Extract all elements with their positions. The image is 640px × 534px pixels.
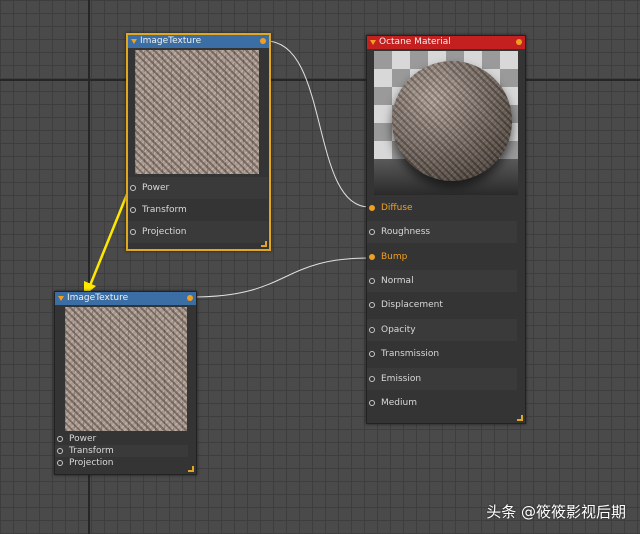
pin-socket-icon[interactable] [369, 205, 375, 211]
wire-texture2-to-bump [192, 257, 370, 298]
collapse-arrow-icon[interactable] [131, 39, 137, 44]
watermark: 头条 @筱筱影视后期 [486, 503, 626, 521]
texture-preview-image [135, 50, 259, 174]
texture-preview-image [65, 307, 187, 431]
pin-label: Projection [69, 458, 114, 468]
output-pin-icon[interactable] [516, 39, 522, 45]
node-header[interactable]: Octane Material [367, 36, 525, 49]
pin-socket-icon[interactable] [57, 448, 63, 454]
octane-material-node[interactable]: Octane Material Diffuse Roughness Bump N… [366, 35, 526, 424]
pin-label: Power [142, 183, 170, 193]
node-header[interactable]: ImageTexture [55, 292, 196, 305]
resize-grip-icon[interactable] [517, 415, 523, 421]
pin-power[interactable]: Power [128, 177, 268, 199]
pin-socket-icon[interactable] [369, 229, 375, 235]
pin-socket-icon[interactable] [369, 351, 375, 357]
node-header[interactable]: ImageTexture [128, 35, 269, 48]
pin-normal[interactable]: Normal [367, 270, 517, 292]
wire-texture1-to-diffuse [265, 40, 370, 208]
output-pin-icon[interactable] [187, 295, 193, 301]
pin-label: Opacity [381, 325, 416, 335]
pin-transform[interactable]: Transform [128, 199, 268, 221]
pin-emission[interactable]: Emission [367, 368, 517, 390]
pin-label: Transmission [381, 349, 440, 359]
pin-label: Transform [69, 446, 114, 456]
pin-socket-icon[interactable] [369, 278, 375, 284]
pin-transform[interactable]: Transform [55, 445, 188, 457]
material-preview [374, 51, 518, 195]
collapse-arrow-icon[interactable] [370, 40, 376, 45]
pin-power[interactable]: Power [55, 433, 188, 445]
node-title: ImageTexture [140, 36, 202, 46]
pin-label: Diffuse [381, 203, 413, 213]
pin-socket-icon[interactable] [130, 229, 136, 235]
pin-label: Normal [381, 276, 414, 286]
pin-socket-icon[interactable] [57, 460, 63, 466]
pin-socket-icon[interactable] [369, 302, 375, 308]
material-preview-sphere [392, 61, 512, 181]
pin-diffuse[interactable]: Diffuse [367, 197, 517, 219]
pin-bump[interactable]: Bump [367, 246, 517, 268]
pin-socket-icon[interactable] [369, 327, 375, 333]
pin-medium[interactable]: Medium [367, 392, 517, 414]
pin-roughness[interactable]: Roughness [367, 221, 517, 243]
pin-socket-icon[interactable] [130, 207, 136, 213]
pin-label: Projection [142, 227, 187, 237]
pin-socket-icon[interactable] [369, 376, 375, 382]
pin-label: Displacement [381, 300, 443, 310]
output-pin-icon[interactable] [260, 38, 266, 44]
pin-socket-icon[interactable] [57, 436, 63, 442]
image-texture-node-2[interactable]: ImageTexture Power Transform Projection [54, 291, 197, 475]
pin-label: Power [69, 434, 97, 444]
pin-opacity[interactable]: Opacity [367, 319, 517, 341]
node-title: Octane Material [379, 37, 451, 47]
pin-projection[interactable]: Projection [55, 457, 188, 469]
pin-label: Bump [381, 252, 408, 262]
pin-label: Medium [381, 398, 417, 408]
resize-grip-icon[interactable] [188, 466, 194, 472]
resize-grip-icon[interactable] [261, 241, 267, 247]
pin-transmission[interactable]: Transmission [367, 343, 517, 365]
pin-displacement[interactable]: Displacement [367, 294, 517, 316]
pin-label: Roughness [381, 227, 431, 237]
pin-label: Transform [142, 205, 187, 215]
collapse-arrow-icon[interactable] [58, 296, 64, 301]
node-title: ImageTexture [67, 293, 129, 303]
viewport-horizontal-axis [0, 79, 640, 81]
pin-projection[interactable]: Projection [128, 221, 268, 243]
pin-socket-icon[interactable] [130, 185, 136, 191]
pin-socket-icon[interactable] [369, 400, 375, 406]
image-texture-node-1[interactable]: ImageTexture Power Transform Projection [126, 33, 271, 251]
pin-label: Emission [381, 374, 422, 384]
pin-socket-icon[interactable] [369, 254, 375, 260]
